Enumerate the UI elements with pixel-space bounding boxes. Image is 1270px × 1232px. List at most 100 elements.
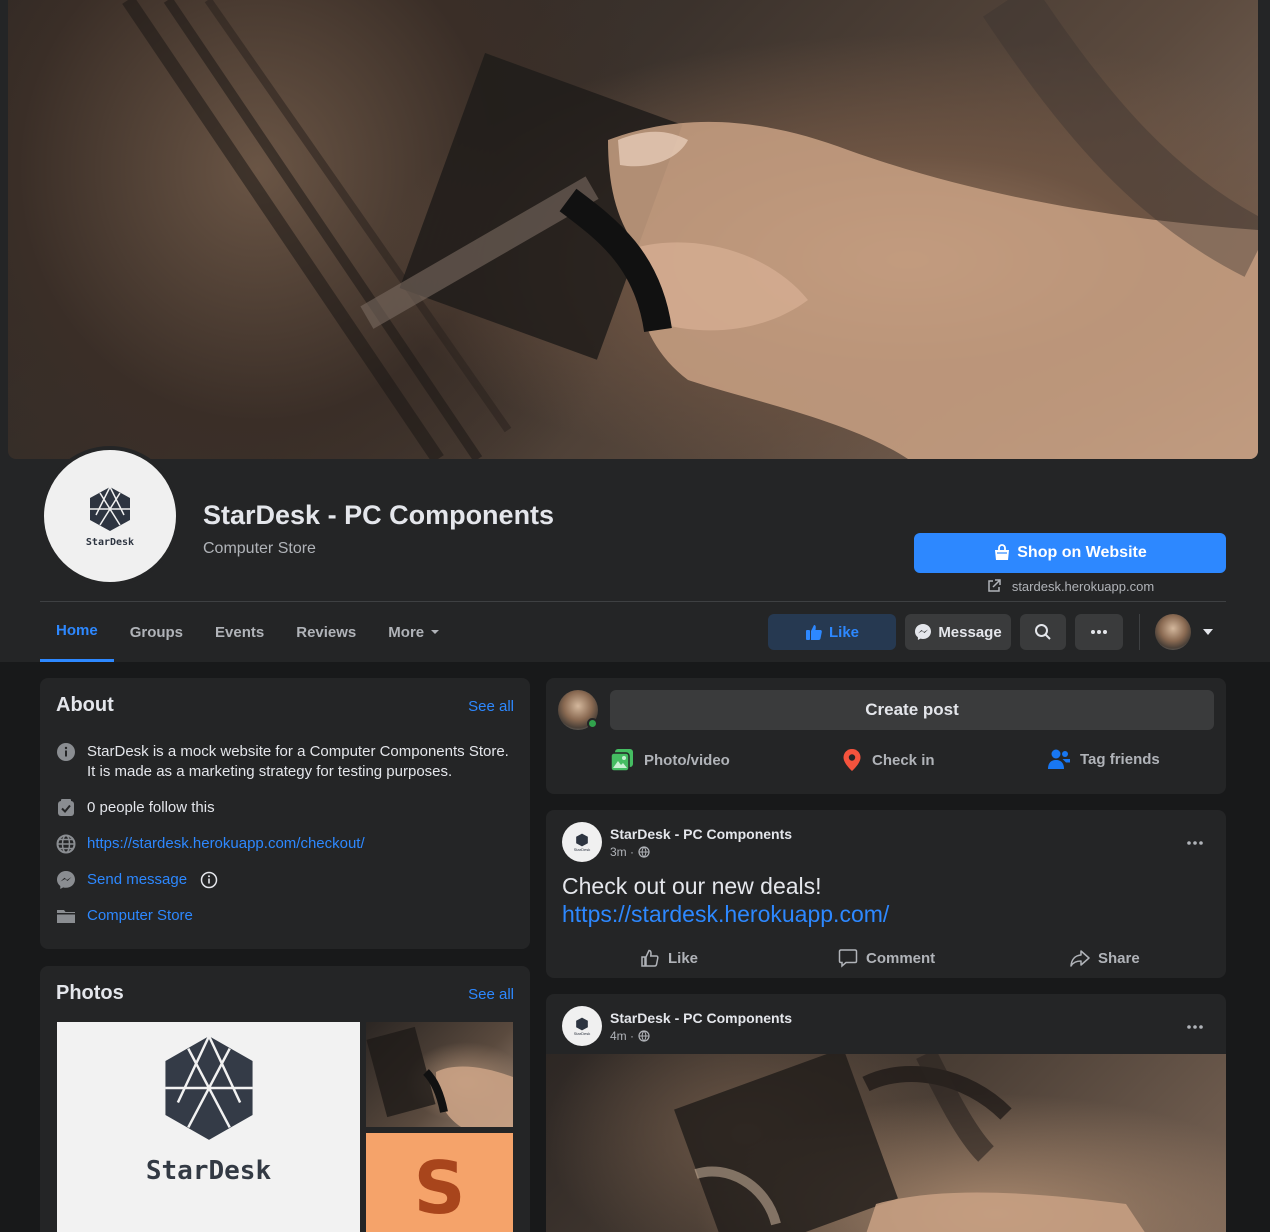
post-author-avatar[interactable]: StarDesk: [562, 822, 602, 862]
post-time-text[interactable]: 3m ·: [610, 845, 634, 859]
letter-tile-text: S: [413, 1146, 466, 1230]
post-header: StarDesk StarDesk - PC Components 4m ·: [562, 1006, 792, 1046]
folder-icon: [56, 906, 76, 926]
post-body: Check out our new deals! https://stardes…: [562, 872, 889, 928]
website-url-link[interactable]: https://stardesk.herokuapp.com/checkout/: [87, 834, 365, 854]
post-card: StarDesk StarDesk - PC Components 4m ·: [546, 994, 1226, 1232]
post-author-name[interactable]: StarDesk - PC Components: [610, 826, 792, 842]
about-card: About See all StarDesk is a mock website…: [40, 678, 530, 949]
messenger-icon: [56, 870, 76, 890]
about-website[interactable]: https://stardesk.herokuapp.com/checkout/: [56, 834, 365, 854]
photo-thumbnail-letter[interactable]: S: [366, 1133, 513, 1232]
profile-logo-text: StarDesk: [85, 536, 135, 548]
category-link[interactable]: Computer Store: [87, 906, 193, 926]
share-icon: [1070, 950, 1090, 967]
cover-photo-art: [122, 0, 1258, 459]
page-header: StarDesk StarDesk - PC Components Comput…: [0, 0, 1270, 662]
tag-friends-action[interactable]: Tag friends: [1048, 748, 1160, 770]
search-page-button[interactable]: [1020, 614, 1066, 650]
tab-more-label: More: [388, 623, 425, 641]
globe-icon: [638, 1029, 650, 1042]
post-time-text[interactable]: 4m ·: [610, 1029, 634, 1043]
page-category: Computer Store: [203, 540, 316, 557]
tag-friends-label: Tag friends: [1080, 750, 1160, 768]
page-tabs: Home Groups Events Reviews More: [40, 602, 458, 662]
shopping-bag-icon: [995, 544, 1010, 560]
check-in-action[interactable]: Check in: [842, 748, 935, 772]
photo-video-action[interactable]: Photo/video: [610, 748, 730, 772]
tab-reviews[interactable]: Reviews: [280, 602, 372, 662]
globe-icon: [56, 834, 76, 854]
cover-photo[interactable]: [8, 0, 1258, 459]
profile-picture[interactable]: StarDesk: [40, 446, 180, 586]
photo-thumbnail-logo[interactable]: StarDesk: [57, 1022, 360, 1232]
avatar-logo-text: StarDesk: [573, 1030, 591, 1036]
post-author-name[interactable]: StarDesk - PC Components: [610, 1010, 792, 1026]
follow-icon: [56, 798, 76, 818]
about-followers: 0 people follow this: [56, 798, 215, 818]
post-comment-button[interactable]: Comment: [838, 948, 935, 968]
shop-button-label: Shop on Website: [1017, 544, 1147, 561]
post-link[interactable]: https://stardesk.herokuapp.com/: [562, 900, 889, 928]
tab-groups[interactable]: Groups: [114, 602, 199, 662]
page-title: StarDesk - PC Components: [203, 500, 555, 530]
photo-gpu-art: [366, 1026, 513, 1127]
post-image-art: [674, 1054, 1145, 1232]
dots-icon: [1091, 630, 1107, 634]
post-image[interactable]: [546, 1054, 1226, 1232]
dots-icon: [1187, 1025, 1203, 1029]
messenger-icon: [915, 624, 932, 640]
about-send-message[interactable]: Send message: [56, 870, 218, 890]
send-message-link[interactable]: Send message: [87, 870, 187, 890]
about-description: StarDesk is a mock website for a Compute…: [56, 742, 516, 782]
photo-video-label: Photo/video: [644, 751, 730, 769]
post-options-button[interactable]: [1186, 1014, 1204, 1035]
globe-icon: [638, 845, 650, 858]
post-author-avatar[interactable]: StarDesk: [562, 1006, 602, 1046]
info-icon: [56, 742, 76, 762]
post-share-button[interactable]: Share: [1070, 948, 1140, 968]
photo-icon: [610, 749, 633, 772]
stardesk-logo-icon: [576, 1017, 588, 1030]
post-timestamp: 4m ·: [610, 1029, 792, 1043]
website-link[interactable]: stardesk.herokuapp.com: [914, 578, 1226, 594]
stardesk-logo-icon: [576, 833, 588, 846]
tab-events[interactable]: Events: [199, 602, 280, 662]
shop-on-website-button[interactable]: Shop on Website: [914, 533, 1226, 573]
photo-thumbnail-gpu[interactable]: [366, 1022, 513, 1127]
external-link-icon: [988, 579, 1001, 592]
tab-home[interactable]: Home: [40, 602, 114, 662]
caret-down-icon: [431, 630, 440, 634]
thumbs-up-icon: [641, 949, 659, 967]
post-timestamp: 3m ·: [610, 845, 792, 859]
caret-down-icon: [1203, 629, 1213, 635]
about-category[interactable]: Computer Store: [56, 906, 193, 926]
more-options-button[interactable]: [1075, 614, 1123, 650]
about-see-all-link[interactable]: See all: [468, 698, 514, 715]
about-description-text: StarDesk is a mock website for a Compute…: [87, 743, 509, 780]
location-pin-icon: [843, 749, 861, 771]
info-icon[interactable]: [200, 871, 218, 889]
post-text: Check out our new deals!: [562, 873, 822, 899]
post-share-label: Share: [1098, 949, 1140, 967]
tab-more[interactable]: More: [372, 602, 458, 662]
message-button-label: Message: [938, 623, 1002, 641]
online-status-dot: [587, 718, 598, 729]
post-comment-label: Comment: [866, 949, 936, 967]
post-like-label: Like: [668, 949, 699, 967]
post-like-button[interactable]: Like: [640, 948, 698, 968]
post-options-button[interactable]: [1186, 830, 1204, 851]
photo-logo-text: StarDesk: [145, 1156, 272, 1186]
post-card: StarDesk StarDesk - PC Components 3m · C…: [546, 810, 1226, 978]
message-button[interactable]: Message: [905, 614, 1011, 650]
create-post-button[interactable]: Create post: [610, 690, 1214, 730]
actions-divider: [1139, 614, 1140, 650]
about-title: About: [56, 694, 114, 716]
search-icon: [1035, 624, 1051, 640]
website-link-text: stardesk.herokuapp.com: [1011, 578, 1155, 594]
comment-icon: [838, 949, 858, 968]
like-page-button[interactable]: Like: [768, 614, 896, 650]
photos-see-all-link[interactable]: See all: [468, 986, 514, 1003]
photos-card: Photos See all StarDesk S: [40, 966, 530, 1232]
account-switcher[interactable]: [1155, 614, 1215, 650]
